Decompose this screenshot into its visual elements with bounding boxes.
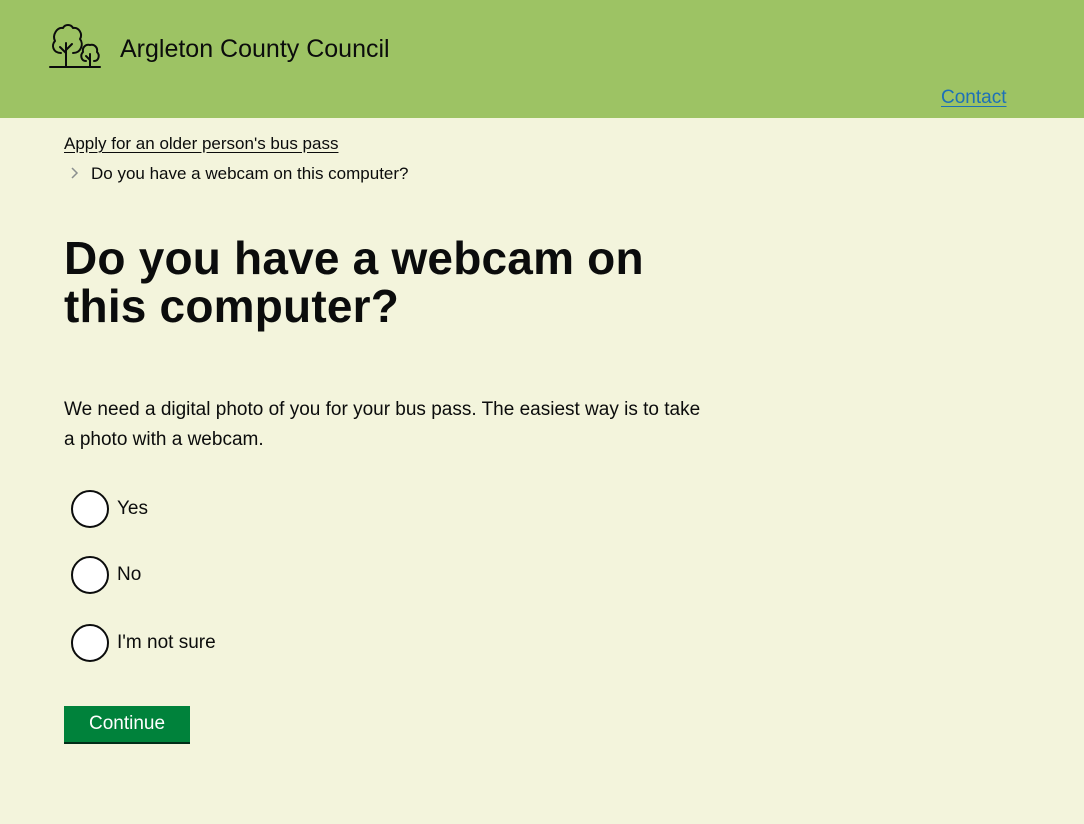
intro-text: We need a digital photo of you for your …: [64, 399, 701, 450]
trees-logo-icon: [49, 23, 101, 69]
contact-link[interactable]: Contact: [941, 86, 1006, 110]
radio-label[interactable]: Yes: [117, 497, 148, 521]
radio-button[interactable]: [71, 556, 109, 594]
radio-option-yes[interactable]: Yes: [71, 490, 471, 530]
site-header: Argleton County Council Contact: [0, 0, 1084, 118]
breadcrumb-link-bus-pass[interactable]: Apply for an older person's bus pass: [64, 133, 338, 155]
radio-label[interactable]: I'm not sure: [117, 631, 216, 655]
breadcrumb-current: Do you have a webcam on this computer?: [91, 164, 409, 183]
chevron-right-icon: [70, 166, 80, 180]
continue-button[interactable]: Continue: [64, 706, 190, 744]
radio-button[interactable]: [71, 490, 109, 528]
radio-button[interactable]: [71, 624, 109, 662]
radio-option-no[interactable]: No: [71, 556, 471, 596]
page-title: Do you have a webcam on this computer?: [64, 232, 644, 332]
radio-option-not-sure[interactable]: I'm not sure: [71, 624, 471, 664]
site-name: Argleton County Council: [120, 35, 390, 63]
radio-label[interactable]: No: [117, 563, 141, 587]
